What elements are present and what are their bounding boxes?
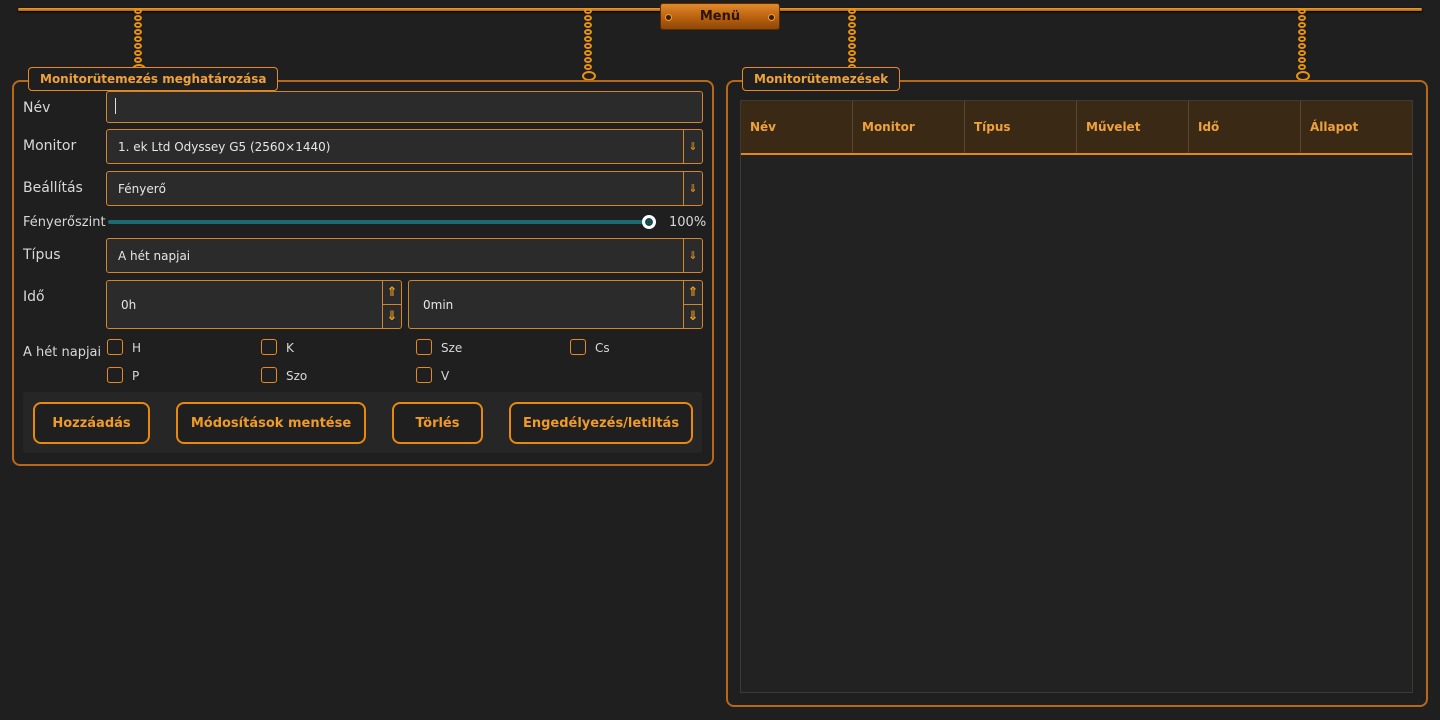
brightness-slider-thumb[interactable] (642, 215, 656, 229)
chain-decoration (1296, 8, 1310, 82)
chevron-down-icon[interactable]: ⇓ (683, 172, 702, 205)
brightness-label: Fényerőszint (23, 215, 106, 230)
column-header-time[interactable]: Idő (1189, 101, 1301, 153)
decrement-minutes-icon[interactable]: ⇓ (684, 305, 702, 329)
type-value: A hét napjai (118, 248, 191, 263)
delete-button[interactable]: Törlés (392, 402, 483, 444)
table-header: Név Monitor Típus Művelet Idő Állapot (741, 101, 1412, 155)
menu-button[interactable]: Menü (660, 3, 780, 30)
schedule-definition-title: Monitorütemezés meghatározása (28, 67, 279, 91)
monitor-select[interactable]: 1. ek Ltd Odyssey G5 (2560×1440) ⇓ (106, 129, 703, 164)
chain-decoration (132, 8, 146, 75)
hours-spinner[interactable]: 0h ⇑ ⇓ (106, 280, 402, 329)
save-changes-button[interactable]: Módosítások mentése (176, 402, 366, 444)
schedules-title: Monitorütemezések (742, 67, 901, 91)
chain-decoration (582, 8, 596, 82)
minutes-spinner[interactable]: 0min ⇑ ⇓ (408, 280, 703, 329)
day-label-k: K (286, 341, 294, 355)
checkbox-day-v[interactable] (416, 367, 432, 383)
monitor-value: 1. ek Ltd Odyssey G5 (2560×1440) (118, 139, 331, 154)
column-header-name[interactable]: Név (741, 101, 853, 153)
day-label-cs: Cs (595, 341, 610, 355)
day-label-szo: Szo (286, 369, 308, 383)
setting-label: Beállítás (23, 180, 83, 196)
nail-icon (768, 14, 775, 21)
column-header-action[interactable]: Művelet (1077, 101, 1189, 153)
checkbox-day-k[interactable] (261, 339, 277, 355)
monitor-label: Monitor (23, 138, 77, 154)
increment-minutes-icon[interactable]: ⇑ (684, 281, 702, 305)
day-label-h: H (132, 341, 142, 355)
type-select[interactable]: A hét napjai ⇓ (106, 238, 703, 273)
nail-icon (665, 14, 672, 21)
column-header-status[interactable]: Állapot (1301, 101, 1413, 153)
add-button[interactable]: Hozzáadás (33, 402, 150, 444)
schedules-table[interactable]: Név Monitor Típus Művelet Idő Állapot (740, 100, 1413, 693)
type-label: Típus (23, 247, 61, 263)
menu-label: Menü (699, 9, 741, 24)
day-label-p: P (132, 369, 140, 383)
chevron-down-icon[interactable]: ⇓ (683, 130, 702, 163)
decrement-hours-icon[interactable]: ⇓ (383, 305, 401, 329)
checkbox-day-cs[interactable] (570, 339, 586, 355)
hours-value: 0h (121, 297, 137, 312)
column-header-monitor[interactable]: Monitor (853, 101, 965, 153)
setting-value: Fényerő (118, 181, 166, 196)
day-label-v: V (441, 369, 450, 383)
text-caret (115, 98, 116, 114)
checkbox-day-sze[interactable] (416, 339, 432, 355)
column-header-type[interactable]: Típus (965, 101, 1077, 153)
setting-select[interactable]: Fényerő ⇓ (106, 171, 703, 206)
chevron-down-icon[interactable]: ⇓ (683, 239, 702, 272)
minutes-value: 0min (423, 297, 454, 312)
increment-hours-icon[interactable]: ⇑ (383, 281, 401, 305)
checkbox-day-p[interactable] (107, 367, 123, 383)
enable-disable-button[interactable]: Engedélyezés/letiltás (509, 402, 693, 444)
checkbox-day-h[interactable] (107, 339, 123, 355)
time-label: Idő (23, 289, 45, 305)
day-label-sze: Sze (441, 341, 463, 355)
weekdays-label: A hét napjai (23, 345, 102, 360)
checkbox-day-szo[interactable] (261, 367, 277, 383)
brightness-slider[interactable] (108, 220, 654, 224)
name-input[interactable] (106, 91, 703, 123)
brightness-value: 100% (669, 215, 707, 230)
name-label: Név (23, 100, 51, 116)
